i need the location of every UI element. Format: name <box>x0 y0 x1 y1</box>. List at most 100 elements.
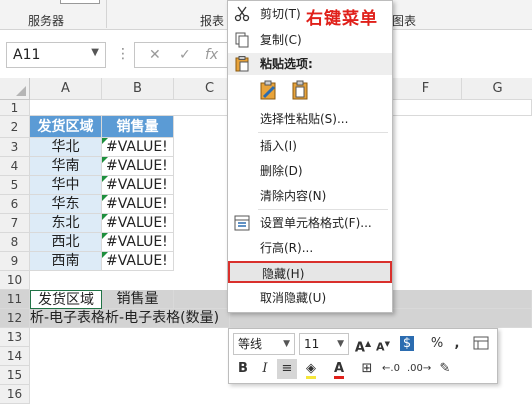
menu-item-format-cells[interactable]: 设置单元格格式(F)... <box>228 212 392 234</box>
scissors-icon <box>234 6 250 22</box>
copy-icon <box>234 32 250 48</box>
row-header-5[interactable]: 5 <box>0 176 30 195</box>
row-header-11[interactable]: 11 <box>0 290 30 309</box>
region-cell[interactable]: 东北 <box>30 214 102 233</box>
region-cell[interactable]: 西南 <box>30 252 102 271</box>
increase-font-size-button[interactable]: A▲ <box>353 334 373 356</box>
region-cell[interactable]: 西北 <box>30 233 102 252</box>
menu-item-hide[interactable]: 隐藏(H) <box>228 261 392 283</box>
menu-item-unhide[interactable]: 取消隐藏(U) <box>228 287 392 309</box>
menu-item-insert[interactable]: 插入(I) <box>228 135 392 157</box>
menu-label: 行高(R)... <box>260 241 314 255</box>
paste-formatting-icon[interactable] <box>258 79 280 101</box>
ribbon-control[interactable] <box>60 0 100 4</box>
row-header-8[interactable]: 8 <box>0 233 30 252</box>
accounting-format-button[interactable]: $ <box>397 334 417 354</box>
fill-color-button[interactable]: ◈ <box>301 359 321 379</box>
row-header-12[interactable]: 12 <box>0 309 30 328</box>
confirm-entry-button[interactable]: ✓ <box>179 47 191 63</box>
error-indicator-icon <box>102 138 108 144</box>
decrease-decimal-button[interactable]: .00→ <box>407 359 431 379</box>
accounting-icon: $ <box>399 336 415 351</box>
decrease-font-size-button[interactable]: A▼ <box>373 334 393 354</box>
select-all-corner[interactable] <box>0 78 30 100</box>
menu-item-delete[interactable]: 删除(D) <box>228 160 392 182</box>
region-cell[interactable]: 华东 <box>30 195 102 214</box>
row-header-7[interactable]: 7 <box>0 214 30 233</box>
menu-label: 删除(D) <box>260 164 303 178</box>
row-header-3[interactable]: 3 <box>0 138 30 157</box>
region-cell[interactable]: 华南 <box>30 157 102 176</box>
row-header-10[interactable]: 10 <box>0 271 30 290</box>
row-header-15[interactable]: 15 <box>0 366 30 385</box>
borders-button[interactable]: ⊞ <box>357 359 377 379</box>
menu-label: 设置单元格格式(F)... <box>260 216 372 230</box>
sales-cell[interactable]: #VALUE! <box>102 233 174 252</box>
font-size-select[interactable]: 11 ▼ <box>299 333 349 355</box>
error-indicator-icon <box>102 252 108 258</box>
font-color-icon: A <box>333 361 345 379</box>
cell-a12[interactable]: 析-电子表格析-电子表格(数量) <box>30 309 230 328</box>
row-header-4[interactable]: 4 <box>0 157 30 176</box>
chevron-down-icon[interactable]: ▼ <box>91 47 99 58</box>
row-header-14[interactable]: 14 <box>0 347 30 366</box>
context-menu: 剪切(T) 复制(C) 粘贴选项: 选择性粘贴(S)... 插入(I) 删除(D… <box>227 0 393 313</box>
active-cell-a11[interactable]: 发货区域 <box>30 290 102 309</box>
column-header-a[interactable]: A <box>30 78 102 100</box>
name-box[interactable]: A11 ▼ <box>6 42 106 68</box>
formula-bar-grip[interactable]: ⋮ <box>116 46 131 62</box>
row-header-2[interactable]: 2 <box>0 116 30 138</box>
clear-format-button[interactable]: ✎ <box>435 359 455 379</box>
error-indicator-icon <box>102 176 108 182</box>
sales-value: #VALUE! <box>106 196 168 212</box>
cancel-entry-button[interactable]: ✕ <box>149 47 161 63</box>
row-header-16[interactable]: 16 <box>0 385 30 404</box>
row-header-6[interactable]: 6 <box>0 195 30 214</box>
menu-label: 隐藏(H) <box>262 267 305 281</box>
align-center-button[interactable]: ≡ <box>277 359 297 379</box>
sales-cell[interactable]: #VALUE! <box>102 252 174 271</box>
sales-value: #VALUE! <box>106 158 168 174</box>
sales-cell[interactable]: #VALUE! <box>102 157 174 176</box>
insert-function-button[interactable]: fx <box>205 47 218 63</box>
header-cell-region[interactable]: 发货区域 <box>30 116 102 138</box>
ribbon-divider <box>106 0 107 28</box>
row-header-9[interactable]: 9 <box>0 252 30 271</box>
sales-cell[interactable]: #VALUE! <box>102 195 174 214</box>
header-cell-sales[interactable]: 销售量 <box>102 116 174 138</box>
row-header-1[interactable]: 1 <box>0 100 30 116</box>
menu-divider <box>258 209 388 210</box>
font-name-select[interactable]: 等线 ▼ <box>233 333 295 355</box>
sales-value: #VALUE! <box>106 253 168 269</box>
grow-font-label: A <box>354 340 365 356</box>
sales-cell[interactable]: #VALUE! <box>102 176 174 195</box>
region-cell[interactable]: 华中 <box>30 176 102 195</box>
paste-values-icon[interactable] <box>290 79 312 101</box>
menu-label: 清除内容(N) <box>260 189 327 203</box>
borders-icon: ⊞ <box>361 361 373 376</box>
format-painter-icon[interactable] <box>471 334 491 354</box>
italic-button[interactable]: I <box>255 359 275 379</box>
sales-cell[interactable]: #VALUE! <box>102 214 174 233</box>
percent-style-button[interactable]: % <box>427 334 447 354</box>
ribbon-group-services: 服务器 <box>28 14 65 28</box>
sales-cell[interactable]: #VALUE! <box>102 138 174 157</box>
column-header-g[interactable]: G <box>462 78 532 100</box>
sales-value: #VALUE! <box>106 177 168 193</box>
comma-style-button[interactable]: , <box>447 334 467 354</box>
font-color-button[interactable]: A <box>329 359 349 379</box>
menu-item-row-height[interactable]: 行高(R)... <box>228 237 392 259</box>
increase-decimal-icon: ←.0 <box>382 363 400 374</box>
column-header-f[interactable]: F <box>390 78 462 100</box>
increase-decimal-button[interactable]: ←.0 <box>381 359 401 379</box>
row-header-13[interactable]: 13 <box>0 328 30 347</box>
cell-b11[interactable]: 销售量 <box>102 290 174 309</box>
region-cell[interactable]: 华北 <box>30 138 102 157</box>
bold-button[interactable]: B <box>233 359 253 379</box>
menu-item-paste-special[interactable]: 选择性粘贴(S)... <box>228 108 392 130</box>
column-header-b[interactable]: B <box>102 78 174 100</box>
format-cells-icon <box>234 215 250 231</box>
sales-value: #VALUE! <box>106 234 168 250</box>
menu-item-copy[interactable]: 复制(C) <box>228 29 392 51</box>
menu-item-clear-contents[interactable]: 清除内容(N) <box>228 185 392 207</box>
